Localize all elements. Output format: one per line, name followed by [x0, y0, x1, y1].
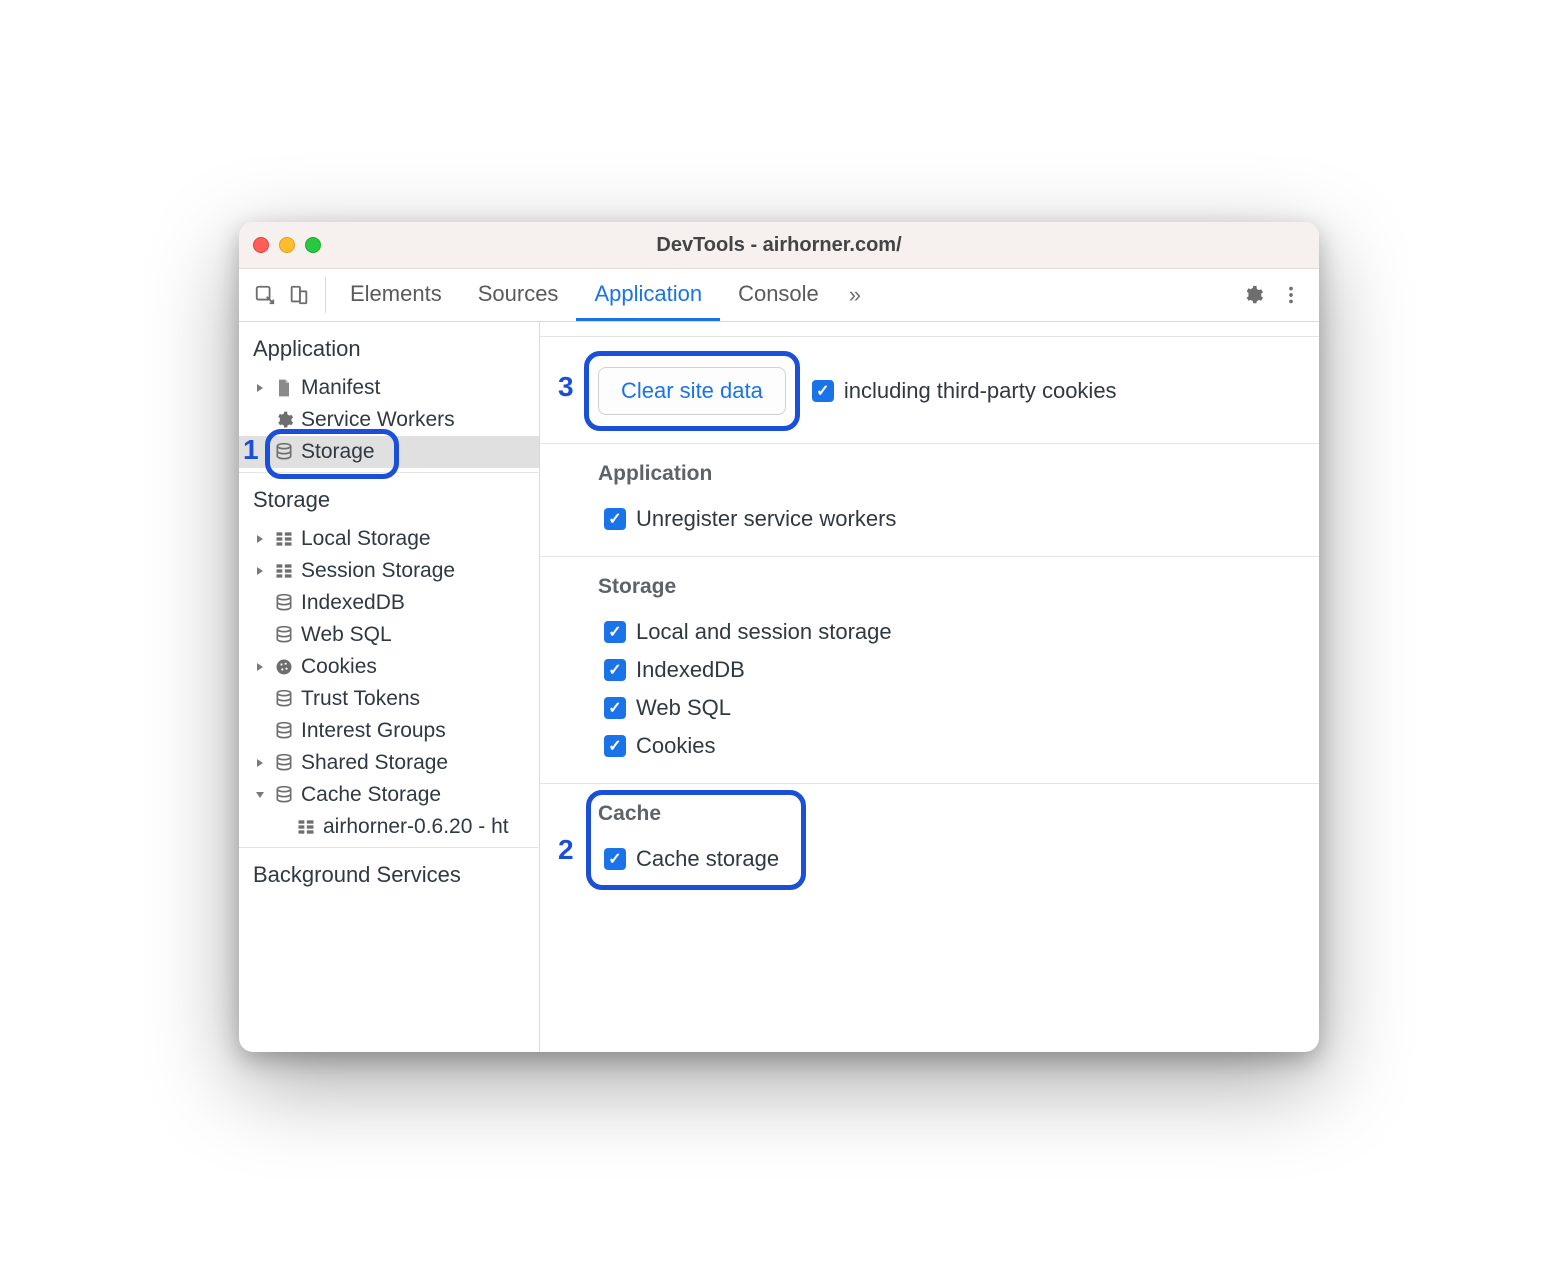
database-icon: [273, 592, 295, 614]
database-icon: [273, 752, 295, 774]
sidebar-item-label: Service Workers: [301, 408, 455, 432]
storage-panel: 3 Clear site data ✓ including third-part…: [540, 322, 1319, 1052]
sidebar-item-web-sql[interactable]: Web SQL: [239, 619, 539, 651]
window-title: DevTools - airhorner.com/: [239, 234, 1319, 257]
checkbox-label: including third-party cookies: [844, 378, 1117, 404]
grid-icon: [295, 816, 317, 838]
database-icon: [273, 688, 295, 710]
sidebar-item-label: Web SQL: [301, 623, 392, 647]
checkbox-icon: ✓: [812, 380, 834, 402]
checkbox-unregister-service-workers[interactable]: ✓ Unregister service workers: [598, 500, 1297, 538]
sidebar-section-storage: Storage: [239, 473, 539, 523]
tab-application[interactable]: Application: [576, 269, 720, 321]
checkbox-icon: ✓: [604, 659, 626, 681]
database-icon: [273, 441, 295, 463]
annotation-3-label: 3: [558, 371, 574, 403]
sidebar-item-label: Session Storage: [301, 559, 455, 583]
gear-icon: [273, 409, 295, 431]
database-icon: [273, 624, 295, 646]
sidebar-item-session-storage[interactable]: Session Storage: [239, 555, 539, 587]
device-toolbar-icon[interactable]: [287, 283, 311, 307]
checkbox-cache-storage[interactable]: ✓ Cache storage: [598, 840, 1297, 878]
checkbox-cookies[interactable]: ✓ Cookies: [598, 727, 1297, 765]
sidebar-item-service-workers[interactable]: Service Workers: [239, 404, 539, 436]
checkbox-label: Cookies: [636, 733, 715, 759]
checkbox-third-party-cookies[interactable]: ✓ including third-party cookies: [812, 378, 1117, 404]
sidebar-item-label: airhorner-0.6.20 - ht: [323, 815, 509, 839]
sidebar-item-trust-tokens[interactable]: Trust Tokens: [239, 683, 539, 715]
checkbox-label: Cache storage: [636, 846, 779, 872]
checkbox-indexeddb[interactable]: ✓ IndexedDB: [598, 651, 1297, 689]
tab-console[interactable]: Console: [720, 269, 837, 321]
sidebar-section-background-services: Background Services: [239, 848, 539, 898]
checkbox-local-and-session-storage[interactable]: ✓ Local and session storage: [598, 613, 1297, 651]
checkbox-label: IndexedDB: [636, 657, 745, 683]
sidebar-item-cookies[interactable]: Cookies: [239, 651, 539, 683]
sidebar-item-shared-storage[interactable]: Shared Storage: [239, 747, 539, 779]
sidebar-item-label: Storage: [301, 440, 375, 464]
titlebar: DevTools - airhorner.com/: [239, 222, 1319, 269]
sidebar-item-indexeddb[interactable]: IndexedDB: [239, 587, 539, 619]
sidebar-item-label: Trust Tokens: [301, 687, 420, 711]
sidebar-item-label: Cache Storage: [301, 783, 441, 807]
database-icon: [273, 784, 295, 806]
tab-elements[interactable]: Elements: [332, 269, 460, 321]
clear-site-data-button[interactable]: Clear site data: [598, 367, 786, 415]
checkbox-icon: ✓: [604, 508, 626, 530]
sidebar-item-label: Local Storage: [301, 527, 431, 551]
sidebar-item-interest-groups[interactable]: Interest Groups: [239, 715, 539, 747]
devtools-window: DevTools - airhorner.com/ Elements Sourc…: [239, 222, 1319, 1052]
checkbox-icon: ✓: [604, 735, 626, 757]
devtools-toolbar: Elements Sources Application Console »: [239, 269, 1319, 322]
checkbox-icon: ✓: [604, 848, 626, 870]
sidebar-item-label: IndexedDB: [301, 591, 405, 615]
document-icon: [273, 377, 295, 399]
checkbox-label: Web SQL: [636, 695, 731, 721]
annotation-1-label: 1: [243, 434, 259, 466]
sidebar-item-label: Manifest: [301, 376, 380, 400]
sidebar-item-cache-entry[interactable]: airhorner-0.6.20 - ht: [239, 811, 539, 843]
checkbox-label: Unregister service workers: [636, 506, 896, 532]
tabs-overflow-button[interactable]: »: [837, 269, 873, 321]
annotation-2-label: 2: [558, 834, 574, 866]
sidebar-item-manifest[interactable]: Manifest: [239, 372, 539, 404]
settings-icon[interactable]: [1241, 283, 1265, 307]
cookie-icon: [273, 656, 295, 678]
sidebar-item-storage[interactable]: Storage 1: [239, 436, 539, 468]
sidebar-item-label: Shared Storage: [301, 751, 448, 775]
sidebar-item-cache-storage[interactable]: Cache Storage: [239, 779, 539, 811]
checkbox-icon: ✓: [604, 621, 626, 643]
database-icon: [273, 720, 295, 742]
application-sidebar: Application Manifest Service Workers Sto…: [239, 322, 540, 1052]
checkbox-web-sql[interactable]: ✓ Web SQL: [598, 689, 1297, 727]
grid-icon: [273, 528, 295, 550]
group-title-application: Application: [598, 462, 1297, 486]
more-menu-icon[interactable]: [1279, 283, 1303, 307]
group-title-cache: Cache: [598, 802, 1297, 826]
checkbox-icon: ✓: [604, 697, 626, 719]
sidebar-item-local-storage[interactable]: Local Storage: [239, 523, 539, 555]
tab-sources[interactable]: Sources: [460, 269, 577, 321]
inspect-icon[interactable]: [253, 283, 277, 307]
checkbox-label: Local and session storage: [636, 619, 892, 645]
grid-icon: [273, 560, 295, 582]
sidebar-section-application: Application: [239, 322, 539, 372]
sidebar-item-label: Cookies: [301, 655, 377, 679]
sidebar-item-label: Interest Groups: [301, 719, 446, 743]
group-title-storage: Storage: [598, 575, 1297, 599]
